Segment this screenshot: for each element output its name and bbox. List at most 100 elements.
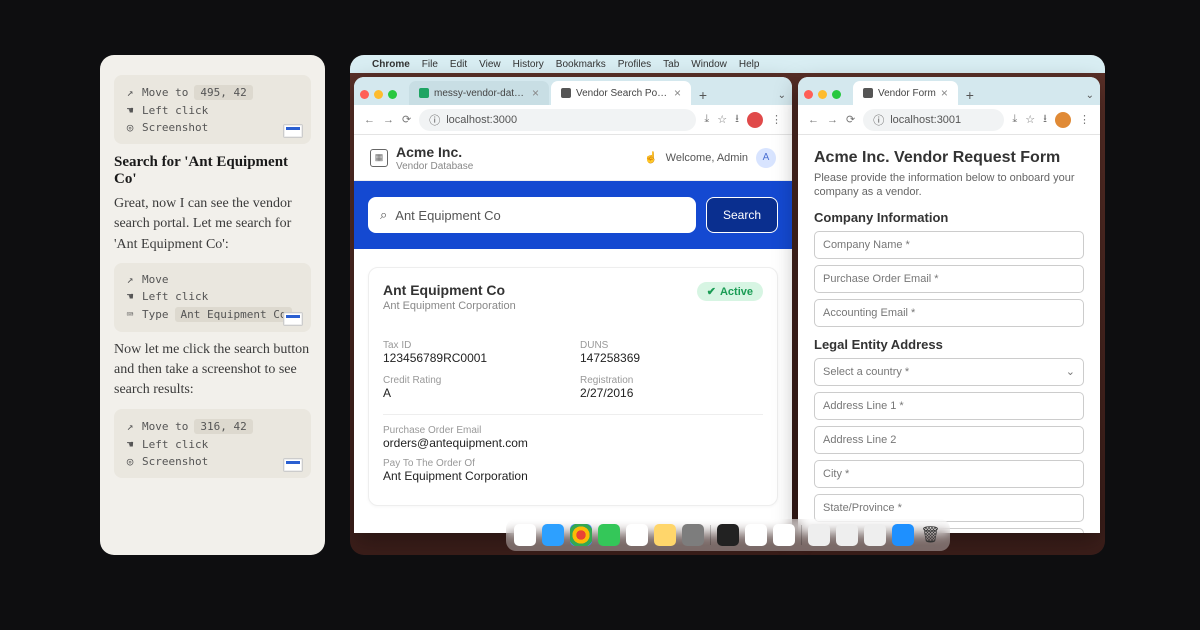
dock-terminal-icon[interactable] xyxy=(717,524,739,546)
country-select[interactable]: Select a country * ⌄ xyxy=(814,358,1084,386)
screenshot-thumbnail[interactable] xyxy=(283,312,303,326)
assistant-outro: Now let me click the search button and t… xyxy=(114,340,311,401)
screenshot-thumbnail[interactable] xyxy=(283,458,303,472)
po-email-field[interactable]: Purchase Order Email * xyxy=(814,265,1084,293)
address2-field[interactable]: Address Line 2 xyxy=(814,426,1084,454)
minimize-icon[interactable] xyxy=(374,90,383,99)
dock-folder-icon[interactable] xyxy=(864,524,886,546)
section-legal-address: Legal Entity Address xyxy=(814,337,1084,352)
assistant-intro: Great, now I can see the vendor search p… xyxy=(114,194,311,255)
tab-vendor-form[interactable]: Vendor Form × xyxy=(853,81,958,105)
vendor-result-card[interactable]: Ant Equipment Co Ant Equipment Corporati… xyxy=(368,267,778,506)
vendor-name: Ant Equipment Co xyxy=(383,282,516,298)
accounting-email-field[interactable]: Accounting Email * xyxy=(814,299,1084,327)
menu-history[interactable]: History xyxy=(513,59,544,70)
camera-icon: ◎ xyxy=(124,455,136,468)
menubar-app[interactable]: Chrome xyxy=(372,59,410,70)
close-tab-icon[interactable]: × xyxy=(941,86,948,100)
minimize-icon[interactable] xyxy=(818,90,827,99)
action-click: Left click xyxy=(142,290,208,303)
profile-avatar-icon[interactable] xyxy=(747,112,763,128)
new-tab-button[interactable]: + xyxy=(693,85,713,105)
hand-icon: ☝ xyxy=(644,151,658,164)
menu-window[interactable]: Window xyxy=(691,59,727,70)
menu-kebab-icon[interactable]: ⋮ xyxy=(1079,113,1090,126)
screenshot-thumbnail[interactable] xyxy=(283,124,303,138)
maximize-icon[interactable] xyxy=(832,90,841,99)
menu-file[interactable]: File xyxy=(422,59,438,70)
macos-menubar[interactable]: Chrome File Edit View History Bookmarks … xyxy=(350,55,1105,73)
credit-value: A xyxy=(383,386,566,400)
company-subtitle: Vendor Database xyxy=(396,161,473,172)
site-info-icon[interactable]: ⓘ xyxy=(429,112,440,128)
state-field[interactable]: State/Province * xyxy=(814,494,1084,522)
forward-icon[interactable]: → xyxy=(827,114,838,126)
tab-sheets[interactable]: messy-vendor-data - Googl × xyxy=(409,81,549,105)
macos-dock[interactable]: 🗑 xyxy=(506,519,950,551)
tab-overflow-icon[interactable]: ⌄ xyxy=(778,90,786,105)
window-traffic-lights[interactable] xyxy=(804,90,841,105)
dock-messages-icon[interactable] xyxy=(598,524,620,546)
vendor-portal-page: ▦ Acme Inc. Vendor Database ☝ Welcome, A… xyxy=(354,135,792,533)
back-icon[interactable]: ← xyxy=(364,114,375,126)
install-icon[interactable]: ⤓ xyxy=(1012,113,1017,126)
dock-trash-icon[interactable]: 🗑 xyxy=(920,524,942,546)
placeholder: Address Line 2 xyxy=(823,434,896,446)
window-traffic-lights[interactable] xyxy=(360,90,397,105)
dock-appstore-icon[interactable] xyxy=(892,524,914,546)
close-tab-icon[interactable]: × xyxy=(532,86,539,100)
close-icon[interactable] xyxy=(360,90,369,99)
dock-reminders-icon[interactable] xyxy=(626,524,648,546)
duns-value: 147258369 xyxy=(580,351,763,365)
address-bar: ← → ⟳ ⓘ localhost:3000 ⤓ ☆ ⭳ ⋮ xyxy=(354,105,792,135)
url-field[interactable]: ⓘ localhost:3000 xyxy=(419,109,696,131)
menu-help[interactable]: Help xyxy=(739,59,760,70)
search-button[interactable]: Search xyxy=(706,197,778,233)
dock-safari-icon[interactable] xyxy=(542,524,564,546)
maximize-icon[interactable] xyxy=(388,90,397,99)
po-email-value: orders@antequipment.com xyxy=(383,436,763,450)
menu-tab[interactable]: Tab xyxy=(663,59,679,70)
tab-overflow-icon[interactable]: ⌄ xyxy=(1086,90,1094,105)
forward-icon[interactable]: → xyxy=(383,114,394,126)
star-icon[interactable]: ☆ xyxy=(1025,113,1035,126)
site-info-icon[interactable]: ⓘ xyxy=(873,112,884,128)
new-tab-button[interactable]: + xyxy=(960,85,980,105)
company-name-field[interactable]: Company Name * xyxy=(814,231,1084,259)
search-value: Ant Equipment Co xyxy=(395,208,501,223)
address1-field[interactable]: Address Line 1 * xyxy=(814,392,1084,420)
close-tab-icon[interactable]: × xyxy=(674,86,681,100)
admin-avatar[interactable]: A xyxy=(756,148,776,168)
menu-bookmarks[interactable]: Bookmarks xyxy=(556,59,606,70)
search-input[interactable]: ⌕ Ant Equipment Co xyxy=(368,197,696,233)
city-field[interactable]: City * xyxy=(814,460,1084,488)
install-icon[interactable]: ⤓ xyxy=(704,113,709,126)
tab-vendor-portal[interactable]: Vendor Search Portal × xyxy=(551,81,691,105)
menu-edit[interactable]: Edit xyxy=(450,59,467,70)
back-icon[interactable]: ← xyxy=(808,114,819,126)
dock-settings-icon[interactable] xyxy=(682,524,704,546)
dock-finder-icon[interactable] xyxy=(514,524,536,546)
action-screenshot: Screenshot xyxy=(142,455,208,468)
reload-icon[interactable]: ⟳ xyxy=(402,113,411,126)
dock-folder-icon[interactable] xyxy=(836,524,858,546)
close-icon[interactable] xyxy=(804,90,813,99)
profile-avatar-icon[interactable] xyxy=(1055,112,1071,128)
dock-notes-icon[interactable] xyxy=(654,524,676,546)
dock-chrome-icon[interactable] xyxy=(570,524,592,546)
download-icon[interactable]: ⭳ xyxy=(1043,110,1047,129)
star-icon[interactable]: ☆ xyxy=(717,113,727,126)
dock-folder-icon[interactable] xyxy=(808,524,830,546)
dock-pages-icon[interactable] xyxy=(773,524,795,546)
menu-profiles[interactable]: Profiles xyxy=(618,59,651,70)
dock-textedit-icon[interactable] xyxy=(745,524,767,546)
macos-desktop: Chrome File Edit View History Bookmarks … xyxy=(350,55,1105,555)
reload-icon[interactable]: ⟳ xyxy=(846,113,855,126)
url-field[interactable]: ⓘ localhost:3001 xyxy=(863,109,1004,131)
click-icon: ☚ xyxy=(124,104,136,117)
menu-view[interactable]: View xyxy=(479,59,501,70)
search-button-label: Search xyxy=(723,208,761,222)
download-icon[interactable]: ⭳ xyxy=(735,110,739,129)
action-coords: 316, 42 xyxy=(194,419,252,434)
menu-kebab-icon[interactable]: ⋮ xyxy=(771,113,782,126)
